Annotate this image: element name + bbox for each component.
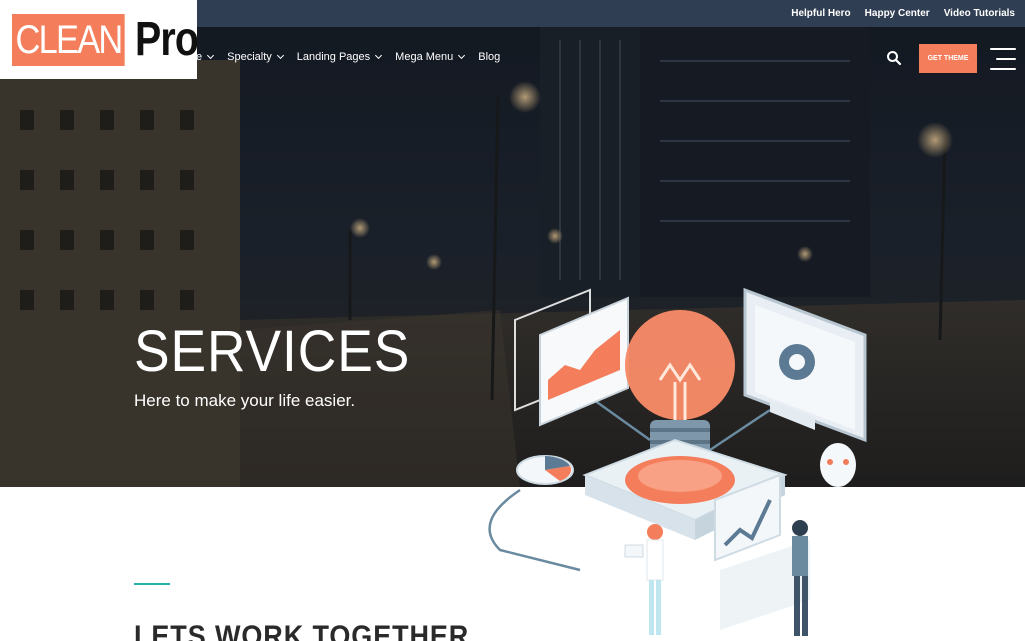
search-icon[interactable] (886, 50, 902, 66)
nav-item-label: Mega Menu (395, 51, 454, 63)
chevron-down-icon (207, 51, 215, 60)
logo-clean-text: CLEAN (12, 13, 125, 66)
nav-item-landing-pages[interactable]: Landing Pages (296, 51, 383, 63)
nav-item-label: Specialty (227, 51, 272, 63)
chevron-down-icon (375, 51, 383, 60)
section-accent-line (134, 583, 170, 585)
logo-pro-text: Pro (135, 13, 199, 66)
logo[interactable]: CLEAN Pro (0, 0, 199, 79)
happy-center-link[interactable]: Happy Center (865, 8, 930, 19)
nav-item-blog[interactable]: Blog (478, 51, 500, 63)
main-nav: e Specialty Landing Pages Mega Menu Blog (196, 46, 514, 68)
hamburger-icon[interactable] (990, 47, 1016, 71)
section-heading: LETS WORK TOGETHER (134, 620, 470, 641)
nav-item-home[interactable]: e (196, 51, 215, 63)
chevron-down-icon (458, 51, 466, 60)
nav-item-specialty[interactable]: Specialty (227, 51, 284, 63)
idea-lightbulb-illustration (488, 287, 867, 636)
helpful-hero-link[interactable]: Helpful Hero (791, 8, 850, 19)
top-links: Helpful Hero Happy Center Video Tutorial… (791, 0, 1015, 27)
hero-title: SERVICES (134, 319, 411, 384)
nav-item-label: Landing Pages (296, 51, 371, 63)
nav-item-label: Blog (478, 51, 501, 63)
nav-item-mega-menu[interactable]: Mega Menu (395, 51, 466, 63)
video-tutorials-link[interactable]: Video Tutorials (944, 8, 1015, 19)
hero-subtitle: Here to make your life easier. (134, 391, 356, 410)
get-theme-button[interactable]: GET THEME (919, 44, 977, 73)
chevron-down-icon (276, 51, 284, 60)
